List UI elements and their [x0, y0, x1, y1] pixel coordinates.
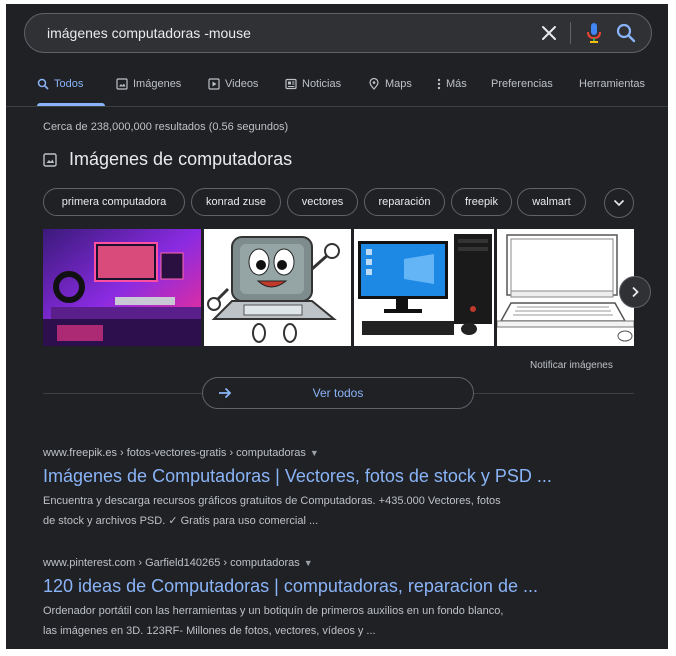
more-chips-button[interactable] — [604, 188, 634, 218]
report-images-link[interactable]: Notificar imágenes — [530, 360, 613, 371]
chip-walmart[interactable]: walmart — [517, 188, 586, 216]
tab-label: Preferencias — [491, 78, 553, 90]
search-icon[interactable] — [615, 22, 637, 44]
chip-label: konrad zuse — [206, 196, 266, 208]
tab-noticias[interactable]: Noticias — [285, 78, 341, 90]
result-breadcrumb[interactable]: www.freepik.es › fotos-vectores-gratis ›… — [43, 447, 643, 459]
image-icon — [116, 78, 128, 90]
caret-down-icon[interactable]: ▼ — [304, 558, 313, 568]
tab-herramientas[interactable]: Herramientas — [579, 78, 645, 90]
microphone-icon[interactable] — [584, 21, 604, 45]
breadcrumb-text: www.freepik.es › fotos-vectores-gratis ›… — [43, 447, 306, 459]
news-icon — [285, 78, 297, 90]
tab-label: Herramientas — [579, 78, 646, 90]
thumbnail-computer-drawing[interactable] — [497, 229, 634, 346]
active-tab-indicator — [37, 103, 105, 106]
chip-freepik[interactable]: freepik — [451, 188, 512, 216]
search-result: www.freepik.es › fotos-vectores-gratis ›… — [43, 447, 643, 531]
result-snippet: Encuentra y descarga recursos gráficos g… — [43, 491, 643, 531]
video-icon — [208, 78, 220, 90]
result-title-link[interactable]: 120 ideas de Computadoras | computadoras… — [43, 576, 643, 597]
chip-label: primera computadora — [61, 196, 167, 208]
chip-vectores[interactable]: vectores — [287, 188, 358, 216]
search-box[interactable]: imágenes computadoras -mouse — [24, 13, 652, 53]
search-icon — [37, 78, 49, 90]
chip-label: freepik — [464, 196, 499, 208]
tab-label: Imágenes — [133, 78, 182, 90]
next-images-button[interactable] — [619, 276, 651, 308]
tab-label: Más — [446, 78, 467, 90]
tab-maps[interactable]: Maps — [368, 78, 412, 90]
search-results-page: imágenes computadoras -mouse Todos Imáge… — [6, 4, 668, 649]
snippet-line: de stock y archivos PSD. ✓ Gratis para u… — [43, 515, 319, 527]
chevron-down-icon — [613, 199, 625, 207]
images-heading-title[interactable]: Imágenes de computadoras — [69, 149, 292, 170]
tab-todos[interactable]: Todos — [37, 78, 83, 90]
more-vert-icon — [437, 78, 441, 90]
view-all-images-button[interactable]: Ver todos — [202, 377, 474, 409]
thumbnail-gaming-setup[interactable] — [43, 229, 201, 346]
clear-icon[interactable] — [539, 23, 559, 43]
tab-videos[interactable]: Videos — [208, 78, 258, 90]
thumbnail-desktop-pc[interactable] — [354, 229, 494, 346]
snippet-line: las imágenes en 3D. 123RF- Millones de f… — [43, 625, 376, 637]
divider-line — [43, 393, 202, 394]
search-tabs: Todos Imágenes Videos Noticias Maps Más … — [6, 66, 668, 107]
chevron-right-icon — [632, 286, 639, 298]
images-heading: Imágenes de computadoras — [43, 149, 292, 170]
tab-imagenes[interactable]: Imágenes — [116, 78, 181, 90]
search-input[interactable]: imágenes computadoras -mouse — [47, 25, 251, 41]
result-stats: Cerca de 238,000,000 resultados (0.56 se… — [43, 121, 289, 133]
tab-label: Todos — [54, 78, 84, 90]
snippet-line: Encuentra y descarga recursos gráficos g… — [43, 495, 501, 507]
tab-label: Maps — [385, 78, 412, 90]
tab-label: Videos — [225, 78, 259, 90]
result-snippet: Ordenador portátil con las herramientas … — [43, 601, 643, 641]
chip-primera-computadora[interactable]: primera computadora — [43, 188, 185, 216]
chip-konrad-zuse[interactable]: konrad zuse — [191, 188, 281, 216]
tab-mas[interactable]: Más — [437, 78, 467, 90]
search-divider — [570, 22, 571, 44]
chip-label: reparación — [378, 196, 431, 208]
chip-label: vectores — [301, 196, 344, 208]
tab-label: Noticias — [302, 78, 342, 90]
divider-line — [474, 393, 634, 394]
thumbnail-cartoon-laptop[interactable] — [204, 229, 351, 346]
breadcrumb-text: www.pinterest.com › Garfield140265 › com… — [43, 557, 300, 569]
chip-label: walmart — [532, 196, 571, 208]
caret-down-icon[interactable]: ▼ — [310, 448, 319, 458]
image-thumbnails — [43, 229, 634, 346]
result-title-link[interactable]: Imágenes de Computadoras | Vectores, fot… — [43, 466, 643, 487]
view-all-label: Ver todos — [312, 386, 364, 400]
map-pin-icon — [369, 78, 379, 90]
result-breadcrumb[interactable]: www.pinterest.com › Garfield140265 › com… — [43, 557, 643, 569]
image-icon — [43, 152, 57, 167]
search-result: www.pinterest.com › Garfield140265 › com… — [43, 557, 643, 641]
chip-reparacion[interactable]: reparación — [364, 188, 445, 216]
snippet-line: Ordenador portátil con las herramientas … — [43, 605, 504, 617]
tab-preferencias[interactable]: Preferencias — [491, 78, 553, 90]
